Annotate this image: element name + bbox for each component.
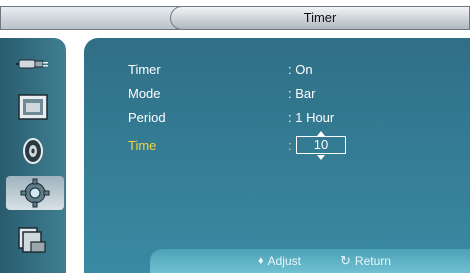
sidebar-item-sound[interactable] (14, 134, 52, 168)
menu-row-value: : On (288, 62, 313, 77)
time-stepper-value: 10 (313, 137, 329, 152)
help-bar: ♦ Adjust ↻ Return (150, 249, 470, 273)
return-hint[interactable]: ↻ Return (340, 253, 391, 269)
sound-icon (23, 138, 43, 164)
menu-row-label: Time (128, 138, 157, 153)
menu-row-label: Period (128, 110, 166, 125)
sidebar-item-input[interactable] (14, 46, 52, 80)
input-plug-icon (16, 59, 48, 69)
adjust-hint: ♦ Adjust (258, 254, 301, 268)
up-down-icon: ♦ (258, 255, 264, 267)
menu-row-value: : 1 Hour (288, 110, 335, 125)
sidebar-item-setup[interactable] (6, 176, 64, 210)
menu-row-label: Mode (128, 86, 161, 101)
return-icon: ↻ (340, 253, 351, 268)
title-bar: Timer (0, 0, 470, 36)
multi-control-icon (18, 227, 46, 253)
adjust-hint-label: Adjust (267, 254, 301, 268)
sidebar-item-picture[interactable] (14, 90, 52, 124)
page-title: Timer (303, 10, 337, 25)
osd-screen: Timer Timer: On Mode: Bar Period: 1 H… (0, 0, 470, 273)
menu-row-value: : Bar (288, 86, 316, 101)
menu-row-label: Timer (128, 62, 161, 77)
setup-gear-icon (20, 178, 50, 208)
arrow-down-icon[interactable] (317, 155, 325, 160)
arrow-up-icon[interactable] (317, 131, 325, 136)
title-bar-left-pill (0, 6, 190, 30)
picture-icon (18, 94, 48, 120)
time-stepper[interactable]: 10 (296, 131, 346, 160)
sidebar-item-multi-control[interactable] (14, 222, 52, 256)
sidebar (0, 38, 78, 273)
return-hint-label: Return (354, 254, 391, 268)
timer-settings-panel: Timer : On Mode : Bar Period : 1 Hour Ti… (84, 38, 470, 273)
